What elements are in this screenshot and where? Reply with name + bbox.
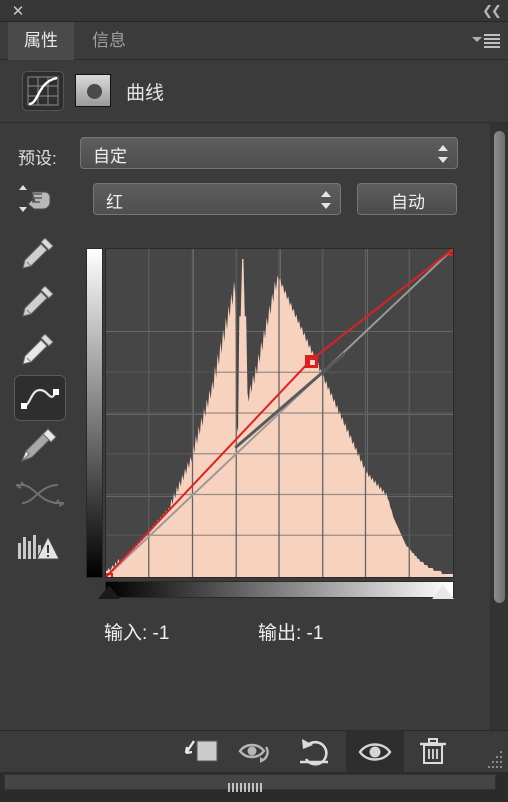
- clip-to-layer-button[interactable]: [172, 731, 230, 773]
- panel-menu-icon[interactable]: [472, 32, 500, 50]
- curve-line: [106, 249, 453, 577]
- curves-graph[interactable]: [86, 248, 454, 599]
- delete-layer-button[interactable]: [404, 731, 462, 773]
- curves-adjustment-icon: [22, 71, 64, 111]
- curve-control-point-black[interactable]: [106, 572, 113, 577]
- black-point-slider[interactable]: [98, 585, 120, 599]
- scrollbar-thumb[interactable]: [494, 131, 505, 603]
- adjustment-header: 曲线: [0, 60, 508, 123]
- vertical-scrollbar[interactable]: [490, 123, 508, 730]
- white-point-eyedropper-icon[interactable]: [14, 327, 66, 373]
- on-image-adjust-hand-icon[interactable]: [16, 181, 58, 215]
- grip-lines-icon: [228, 779, 272, 792]
- output-value-label: 输出: -1: [258, 623, 324, 644]
- panel-tabbar: 属性 信息: [0, 22, 508, 60]
- input-output-readout: 输入: -1 输出: -1: [0, 618, 508, 648]
- mask-circle-icon: [87, 84, 102, 99]
- output-gradient-bar: [86, 248, 103, 578]
- close-icon[interactable]: ✕: [10, 3, 26, 19]
- reset-button[interactable]: [288, 731, 346, 773]
- panel-titlebar: ✕ ❮❮: [0, 0, 508, 22]
- auto-button[interactable]: 自动: [357, 183, 457, 215]
- smooth-curve-icon[interactable]: [14, 471, 66, 517]
- curve-control-point-mid[interactable]: [304, 355, 318, 369]
- panel-bottom-toolbar: [0, 730, 508, 773]
- resize-grip-icon[interactable]: [482, 749, 504, 769]
- hamburger-icon: [484, 34, 500, 48]
- pencil-draw-curve-icon[interactable]: [14, 423, 66, 469]
- preview-toggle-button[interactable]: [230, 731, 288, 773]
- white-point-slider[interactable]: [432, 585, 454, 599]
- curves-tool-strip: [14, 231, 70, 581]
- curve-control-point-white[interactable]: [448, 249, 453, 256]
- chevron-down-icon: [472, 37, 482, 42]
- input-gradient-bar: [105, 581, 454, 598]
- black-point-eyedropper-icon[interactable]: [14, 231, 66, 277]
- panel-resize-handle[interactable]: [4, 774, 496, 792]
- input-value-label: 输入: -1: [104, 623, 170, 644]
- chevron-updown-icon: [321, 191, 331, 209]
- chevron-updown-icon: [438, 145, 448, 163]
- page-title: 曲线: [126, 83, 165, 104]
- panel-footer: [0, 772, 508, 802]
- panel-body: 预设: 自定 红 自动 输入: -1 输出: -1: [0, 123, 508, 730]
- preset-value: 自定: [93, 147, 127, 166]
- preset-select[interactable]: 自定: [80, 137, 458, 169]
- tab-info[interactable]: 信息: [76, 22, 142, 60]
- edit-points-curve-icon[interactable]: [14, 375, 66, 421]
- histogram-warning-icon[interactable]: [14, 527, 66, 573]
- auto-button-label: 自动: [391, 193, 425, 212]
- preset-label: 预设:: [18, 149, 57, 168]
- channel-select[interactable]: 红: [93, 183, 341, 215]
- channel-value: 红: [106, 193, 123, 212]
- curves-plot-area[interactable]: [105, 248, 454, 578]
- collapse-double-arrow-icon[interactable]: ❮❮: [482, 3, 502, 19]
- properties-panel: ✕ ❮❮ 属性 信息 曲线 预设: 自定 红 自动 输入: -1 输出: -1: [0, 0, 508, 802]
- layer-mask-thumbnail[interactable]: [75, 74, 111, 107]
- gray-point-eyedropper-icon[interactable]: [14, 279, 66, 325]
- tab-properties[interactable]: 属性: [8, 22, 74, 60]
- visibility-toggle-button[interactable]: [346, 731, 404, 773]
